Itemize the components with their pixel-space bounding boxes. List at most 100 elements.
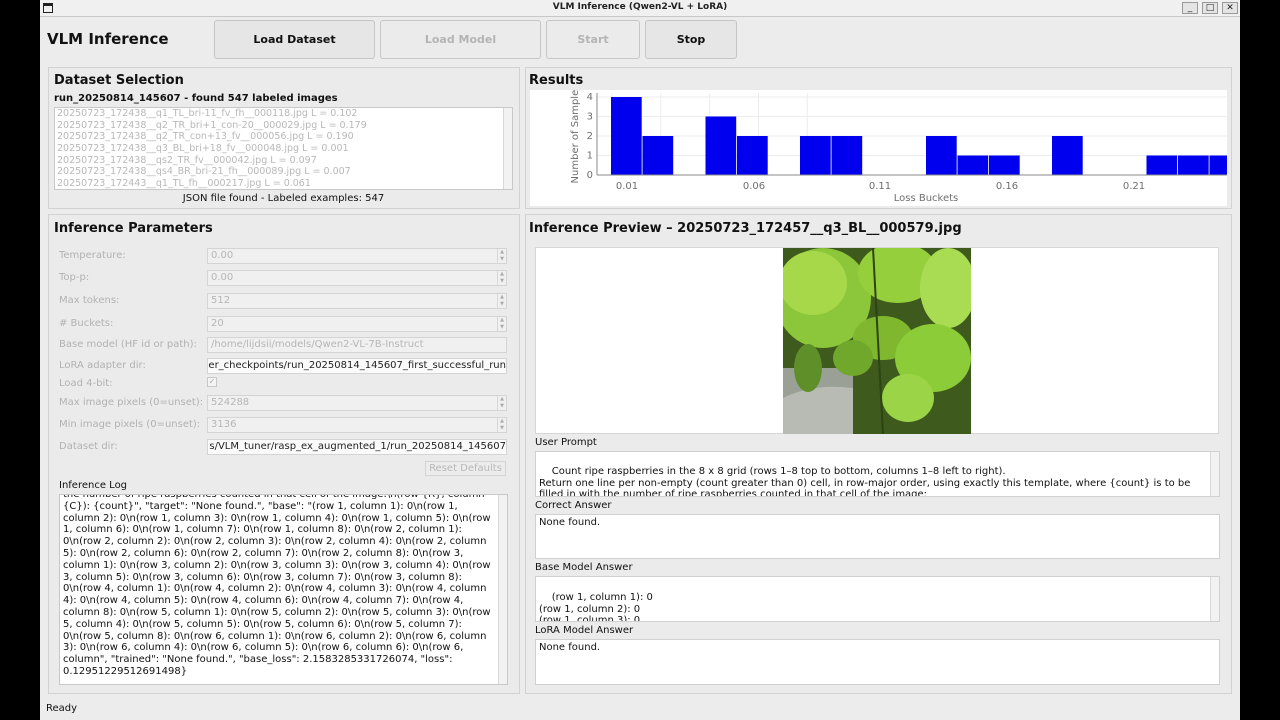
results-title: Results: [529, 73, 584, 88]
base-model-input[interactable]: /home/lijdsii/models/Qwen2-VL-7B-Instruc…: [207, 337, 507, 353]
chart-bar: [705, 116, 737, 175]
dataset-run-label: run_20250814_145607 - found 547 labeled …: [54, 93, 338, 104]
inference-log[interactable]: the number of ripe raspberries counted i…: [59, 494, 508, 685]
file-list-item[interactable]: 20250723_172438__q2_TR_con+13_fv__000056…: [55, 131, 512, 143]
chart-bar: [737, 136, 768, 175]
load-dataset-button[interactable]: Load Dataset: [214, 20, 375, 59]
temperature-input[interactable]: 0.00 ▲ ▼: [207, 248, 507, 264]
status-bar: Ready: [46, 703, 78, 714]
chart-x-tick: 0.21: [1123, 181, 1145, 192]
buckets-input[interactable]: 20 ▲ ▼: [207, 316, 507, 332]
chart-bar: [957, 155, 989, 175]
chart-x-tick: 0.16: [996, 181, 1018, 192]
chart-bar: [1146, 155, 1178, 175]
user-prompt-box[interactable]: Count ripe raspberries in the 8 x 8 grid…: [535, 451, 1220, 497]
load-model-button[interactable]: Load Model: [380, 20, 541, 59]
buckets-label: # Buckets:: [59, 318, 114, 329]
chart-y-label: Number of Samples: [570, 90, 581, 183]
chart-bar: [1178, 155, 1209, 175]
file-list-item[interactable]: 20250723_172438__q1_TL_bri-11_fv_fh__000…: [55, 108, 512, 120]
max-pixels-value: 524288: [211, 397, 250, 408]
user-prompt-label: User Prompt: [535, 437, 597, 448]
file-list-scrollbar[interactable]: [503, 108, 512, 189]
file-list-item[interactable]: 20250723_172438__qs2_TR_fv__000042.jpg L…: [55, 155, 512, 167]
app-window: VLM Inference (Qwen2-VL + LoRA) _ □ ✕ VL…: [40, 0, 1240, 720]
chart-bar: [989, 155, 1020, 175]
file-list-item[interactable]: 20250723_172438__q2_TR_bri+1_con-20__000…: [55, 120, 512, 132]
lora-answer-label: LoRA Model Answer: [535, 625, 634, 636]
load-4bit-label: Load 4-bit:: [59, 378, 113, 389]
max-pixels-input[interactable]: 524288 ▲ ▼: [207, 395, 507, 411]
preview-title: Inference Preview – 20250723_172457__q3_…: [529, 221, 962, 236]
user-prompt-text: Count ripe raspberries in the 8 x 8 grid…: [539, 465, 1191, 497]
buckets-value: 20: [211, 318, 224, 329]
min-pixels-spinner[interactable]: ▲ ▼: [497, 418, 506, 432]
max-pixels-label: Max image pixels (0=unset):: [59, 397, 204, 408]
max-tokens-value: 512: [211, 295, 231, 306]
file-list-item[interactable]: 20250723_172438__qs4_BR_bri-21_fh__00008…: [55, 166, 512, 178]
raspberry-leaf-image: [783, 248, 971, 434]
load-4bit-checkbox[interactable]: ✓: [207, 377, 217, 387]
minimize-icon[interactable]: _: [1182, 2, 1198, 14]
base-model-label: Base model (HF id or path):: [59, 339, 197, 350]
base-answer-text: (row 1, column 1): 0 (row 1, column 2): …: [539, 591, 653, 622]
loss-histogram: 0 1 2 3 4 0.01 0.06 0.11 0.16 0.21 Loss Buckets Num…: [530, 90, 1227, 206]
top-p-spinner[interactable]: ▲ ▼: [497, 271, 506, 285]
base-answer-box[interactable]: (row 1, column 1): 0 (row 1, column 2): …: [535, 576, 1220, 622]
start-inference-button[interactable]: Start Inference: [546, 20, 640, 83]
chart-x-tick: 0.11: [869, 181, 891, 192]
params-title: Inference Parameters: [54, 221, 213, 236]
chart-bar: [831, 136, 863, 175]
stop-inference-button[interactable]: Stop Inference: [645, 20, 737, 83]
temperature-spinner[interactable]: ▲ ▼: [497, 249, 506, 263]
chart-y-tick: 3: [587, 112, 593, 123]
dataset-dir-label: Dataset dir:: [59, 441, 118, 452]
dataset-dir-input[interactable]: s/VLM_tuner/rasp_ex_augmented_1/run_2025…: [207, 439, 507, 455]
top-p-value: 0.00: [211, 272, 234, 283]
top-p-label: Top-p:: [59, 272, 90, 283]
reset-defaults-button[interactable]: Reset Defaults: [425, 461, 506, 476]
chart-bar: [611, 97, 642, 175]
chart-y-tick: 4: [587, 92, 593, 103]
min-pixels-label: Min image pixels (0=unset):: [59, 419, 201, 430]
chart-bar: [642, 136, 674, 175]
chart-y-tick: 0: [587, 170, 593, 181]
max-tokens-input[interactable]: 512 ▲ ▼: [207, 293, 507, 309]
image-preview: [535, 247, 1219, 434]
base-answer-scrollbar[interactable]: [1210, 577, 1219, 621]
log-title: Inference Log: [59, 480, 128, 491]
log-text: the number of ripe raspberries counted i…: [63, 494, 491, 677]
chart-x-label: Loss Buckets: [894, 193, 959, 204]
file-list-item[interactable]: 20250723_172438__q3_BL_bri+18_fv__000048…: [55, 143, 512, 155]
json-status: JSON file found - Labeled examples: 547: [182, 193, 385, 204]
dataset-title: Dataset Selection: [54, 73, 184, 88]
lora-dir-label: LoRA adapter dir:: [59, 360, 146, 371]
chart-bar: [1052, 136, 1083, 175]
correct-answer-box[interactable]: None found.: [535, 514, 1220, 559]
log-scrollbar[interactable]: [498, 495, 507, 684]
chart-x-tick: 0.06: [743, 181, 765, 192]
file-list-item[interactable]: 20250723_172443__q1_TL_fh__000217.jpg L …: [55, 178, 512, 189]
max-pixels-spinner[interactable]: ▲ ▼: [497, 396, 506, 410]
temperature-value: 0.00: [211, 250, 234, 261]
lora-dir-input[interactable]: er_checkpoints/run_20250814_145607_first…: [207, 358, 507, 374]
maximize-icon[interactable]: □: [1202, 2, 1218, 14]
min-pixels-input[interactable]: 3136 ▲ ▼: [207, 417, 507, 433]
lora-answer-box[interactable]: None found.: [535, 639, 1220, 685]
chart-bar: [926, 136, 957, 175]
buckets-spinner[interactable]: ▲ ▼: [497, 317, 506, 331]
top-p-input[interactable]: 0.00 ▲ ▼: [207, 270, 507, 286]
app-title: VLM Inference: [47, 30, 169, 48]
max-tokens-label: Max tokens:: [59, 295, 120, 306]
chart-y-tick: 1: [587, 151, 593, 162]
base-answer-label: Base Model Answer: [535, 562, 633, 573]
correct-answer-label: Correct Answer: [535, 500, 612, 511]
max-tokens-spinner[interactable]: ▲ ▼: [497, 294, 506, 308]
temperature-label: Temperature:: [59, 250, 126, 261]
chart-x-tick: 0.01: [616, 181, 638, 192]
file-list[interactable]: 20250723_172438__q1_TL_bri-11_fv_fh__000…: [54, 107, 513, 190]
close-icon[interactable]: ✕: [1222, 2, 1238, 14]
prompt-scrollbar[interactable]: [1210, 452, 1219, 496]
title-bar: VLM Inference (Qwen2-VL + LoRA) _ □ ✕: [40, 0, 1240, 17]
chart-bar: [800, 136, 831, 175]
